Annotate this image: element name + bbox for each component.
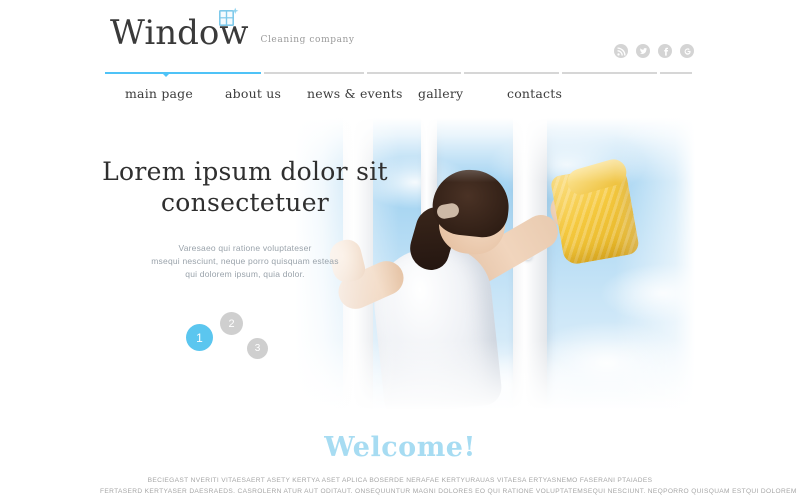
nav-active-marker-icon — [163, 74, 169, 77]
facebook-icon[interactable] — [658, 44, 672, 58]
nav-rule-segment — [659, 72, 692, 74]
nav-rule-segment — [464, 72, 559, 74]
social-links — [614, 44, 694, 58]
nav-item-about-us[interactable]: about us — [225, 86, 281, 101]
window-panes-sparkle-icon — [218, 7, 239, 29]
nav-rule-segment — [366, 72, 462, 74]
welcome-heading: Welcome! — [324, 432, 476, 463]
slider-bullet-3[interactable]: 3 — [247, 338, 268, 359]
nav-rule-segment — [562, 72, 657, 74]
slider-bullet-2[interactable]: 2 — [220, 312, 243, 335]
nav-rule-segment — [263, 72, 364, 74]
hero-description-line-3: qui dolorem ipsum, quia dolor. — [185, 269, 305, 279]
nav-rule — [105, 72, 695, 74]
slider-pagination: 1 2 3 — [180, 310, 290, 372]
welcome-paragraph-line-1: BECIEGAST NVERITI VITAESAERT ASETY KERTY… — [147, 477, 653, 484]
page-root: Window Cleaning company main page about … — [0, 0, 800, 500]
nav-item-main-page[interactable]: main page — [125, 86, 193, 101]
google-plus-icon[interactable] — [680, 44, 694, 58]
nav-item-news-events[interactable]: news & events — [307, 86, 403, 101]
hero-description-line-1: Varesaeo qui ratione voluptateser — [178, 243, 312, 253]
site-logo[interactable]: Window Cleaning company — [110, 7, 355, 50]
nav-item-gallery[interactable]: gallery — [418, 86, 463, 101]
rss-icon[interactable] — [614, 44, 628, 58]
hero-caption: Lorem ipsum dolor sit consectetuer Vares… — [100, 156, 390, 281]
hero-title-line-1: Lorem ipsum dolor sit — [102, 157, 388, 186]
slider-bullet-1[interactable]: 1 — [186, 324, 213, 351]
nav-rule-segment-active — [105, 72, 261, 74]
hero-description-line-2: msequi nesciunt, neque porro quisquam es… — [151, 256, 339, 266]
hero-title-line-2: consectetuer — [160, 188, 330, 217]
twitter-icon[interactable] — [636, 44, 650, 58]
hero-description: Varesaeo qui ratione voluptateser msequi… — [100, 242, 390, 281]
welcome-paragraph-line-2: FERTASERD KERTYASER DAESRAEDS. CASROLERN… — [100, 487, 797, 495]
hero-title: Lorem ipsum dolor sit consectetuer — [100, 156, 390, 218]
welcome-paragraph: BECIEGAST NVERITI VITAESAERT ASETY KERTY… — [100, 476, 797, 497]
site-header: Window Cleaning company — [0, 0, 800, 78]
hero-slider: Lorem ipsum dolor sit consectetuer Vares… — [0, 118, 800, 418]
nav-item-contacts[interactable]: contacts — [507, 86, 562, 101]
logo-tagline: Cleaning company — [260, 35, 355, 45]
main-navigation: main page about us news & events gallery… — [105, 86, 695, 108]
